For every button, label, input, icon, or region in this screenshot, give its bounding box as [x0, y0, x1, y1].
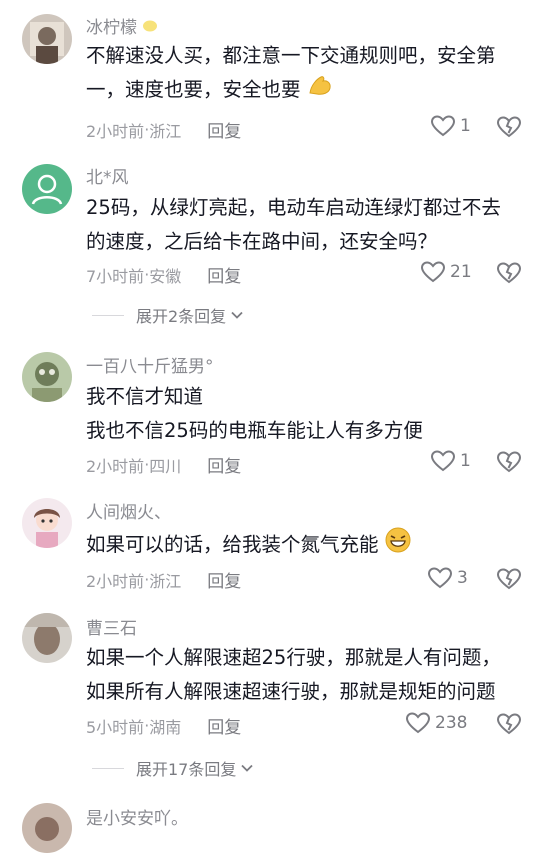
reply-button[interactable]: 回复	[207, 567, 241, 592]
comment-meta: 2小时前 · 浙江 回复	[86, 567, 241, 592]
like-count: 3	[457, 568, 468, 588]
heart-icon	[430, 115, 456, 137]
expand-replies-button[interactable]: 展开17条回复	[92, 756, 254, 780]
like-button[interactable]: 238	[405, 711, 467, 735]
chevron-down-icon	[231, 311, 243, 319]
comment-username[interactable]: 一百八十斤猛男°	[86, 352, 214, 377]
like-count: 238	[435, 713, 468, 733]
comment-meta: 7小时前 · 安徽 回复	[86, 262, 241, 287]
divider	[92, 314, 124, 316]
comment-time: 7小时前	[86, 266, 145, 286]
heart-icon	[427, 567, 453, 589]
comment-text: 我不信才知道 我也不信25码的电瓶车能让人有多方便	[86, 385, 423, 442]
comment-meta: 5小时前 · 湖南 回复	[86, 713, 241, 738]
comment-time: 5小时前	[86, 717, 145, 737]
comment-text: 25码，从绿灯亮起，电动车启动连绿灯都过不去 的速度，之后给卡在路中间，还安全吗…	[86, 196, 501, 253]
avatar[interactable]	[22, 803, 72, 853]
flexed-biceps-emoji-icon	[307, 73, 333, 108]
like-count: 1	[460, 116, 471, 136]
comment-username[interactable]: 曹三石	[86, 614, 137, 639]
broken-heart-icon	[496, 451, 522, 473]
like-count: 21	[450, 262, 472, 282]
broken-heart-icon	[496, 116, 522, 138]
broken-heart-icon	[496, 713, 522, 735]
divider	[92, 767, 124, 769]
comment-location: 浙江	[149, 571, 182, 591]
comment-text: 不解速没人买，都注意一下交通规则吧，安全第 一，速度也要，安全也要	[86, 39, 496, 108]
grinning-face-emoji-icon	[385, 527, 411, 564]
expand-replies-label: 展开2条回复	[136, 307, 227, 326]
reply-button[interactable]: 回复	[207, 713, 241, 738]
comment-meta: 2小时前 · 四川 回复	[86, 452, 241, 477]
comment-text: 如果一个人解限速超25行驶，那就是人有问题， 如果所有人解限速超速行驶，那就是规…	[86, 646, 501, 703]
like-button[interactable]: 3	[427, 566, 468, 590]
comment-time: 2小时前	[86, 456, 145, 476]
heart-icon	[420, 261, 446, 283]
avatar[interactable]	[22, 164, 72, 214]
reply-button[interactable]: 回复	[207, 117, 241, 142]
like-button[interactable]: 1	[430, 114, 471, 138]
comment-username[interactable]: 冰柠檬	[86, 13, 158, 38]
broken-heart-icon	[496, 568, 522, 590]
comment-location: 湖南	[149, 717, 182, 737]
chevron-down-icon	[241, 764, 254, 772]
reply-button[interactable]: 回复	[207, 452, 241, 477]
reply-button[interactable]: 回复	[207, 262, 241, 287]
avatar[interactable]	[22, 613, 72, 663]
heart-icon	[430, 450, 456, 472]
expand-replies-button[interactable]: 展开2条回复	[92, 303, 244, 327]
comment-location: 浙江	[149, 121, 182, 141]
avatar[interactable]	[22, 352, 72, 402]
lemon-emoji-icon	[142, 18, 158, 38]
comment-time: 2小时前	[86, 571, 145, 591]
avatar[interactable]	[22, 14, 72, 64]
heart-icon	[405, 712, 431, 734]
like-button[interactable]: 1	[430, 449, 471, 473]
comment-location: 四川	[149, 456, 182, 476]
comment-location: 安徽	[149, 266, 182, 286]
comment-time: 2小时前	[86, 121, 145, 141]
comment-username[interactable]: 人间烟火、	[86, 498, 171, 523]
avatar[interactable]	[22, 498, 72, 548]
comment-meta: 2小时前 · 浙江 回复	[86, 117, 241, 142]
broken-heart-icon	[496, 262, 522, 284]
comment-text: 如果可以的话，给我装个氮气充能	[86, 527, 411, 564]
dislike-button[interactable]	[496, 711, 522, 737]
dislike-button[interactable]	[496, 449, 522, 475]
comment-username[interactable]: 北*风	[86, 163, 129, 188]
comment-username[interactable]: 是小安安吖。	[86, 804, 188, 829]
dislike-button[interactable]	[496, 566, 522, 592]
dislike-button[interactable]	[496, 260, 522, 286]
like-count: 1	[460, 451, 471, 471]
like-button[interactable]: 21	[420, 260, 472, 284]
dislike-button[interactable]	[496, 114, 522, 140]
expand-replies-label: 展开17条回复	[136, 760, 237, 779]
